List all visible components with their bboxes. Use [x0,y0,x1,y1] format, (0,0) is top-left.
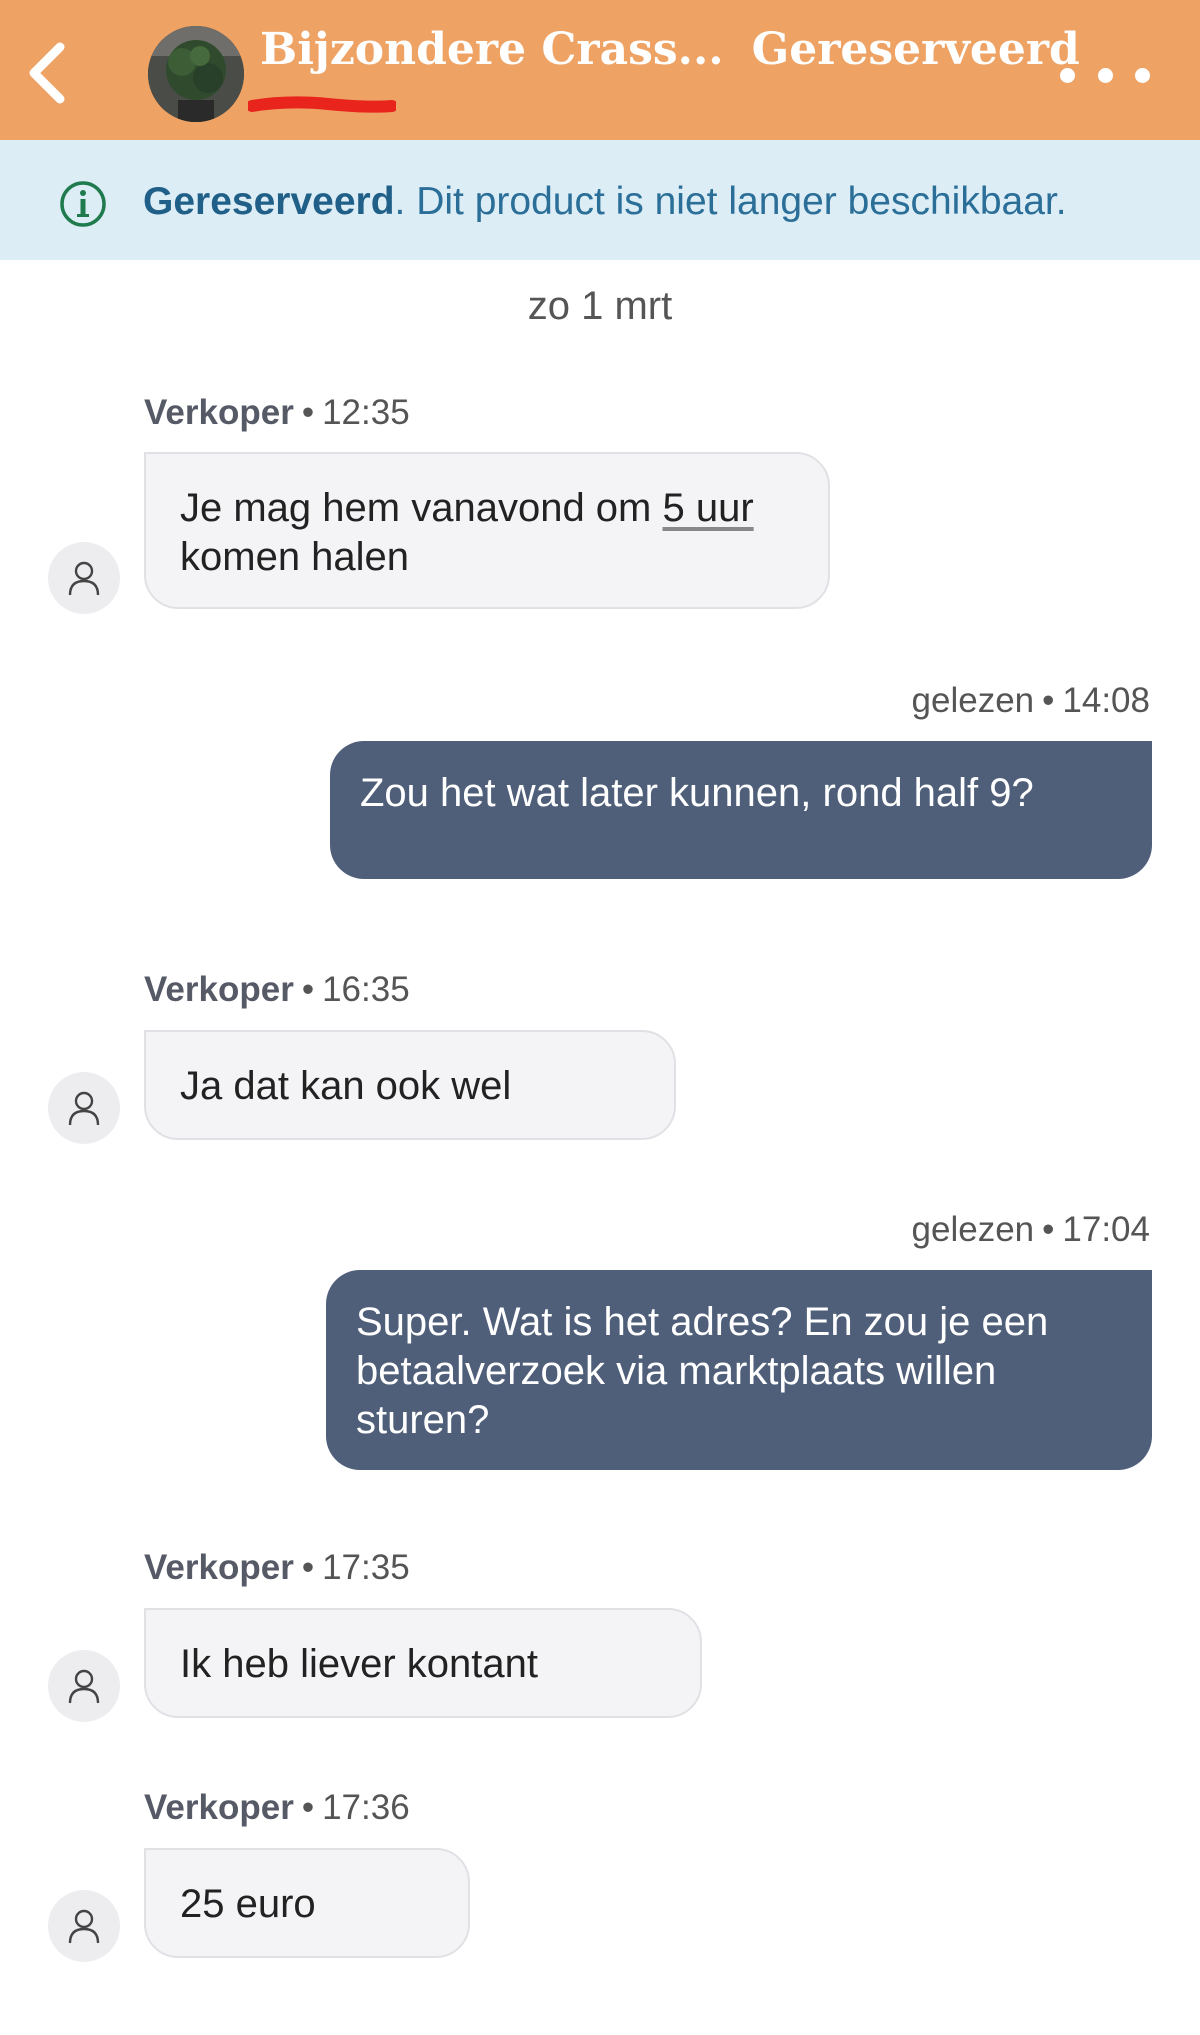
avatar [48,1890,120,1962]
message-meta: Verkoper • 16:35 [144,970,410,1009]
avatar [48,1072,120,1144]
listing-photo[interactable] [148,26,244,122]
user-icon [68,1909,100,1944]
message-time: 14:08 [1062,681,1150,720]
date-separator: zo 1 mrt [527,284,673,328]
message-meta: Verkoper • 17:36 [144,1788,410,1827]
incoming-message[interactable]: Je mag hem vanavond om 5 uur komen halen [144,452,830,609]
message-time: 16:35 [322,970,410,1009]
message-author: Verkoper [144,393,294,432]
banner-text: . Dit product is niet langer beschikbaar… [394,180,1067,223]
chevron-left-icon [29,42,65,104]
avatar [48,1650,120,1722]
chat-title: Bijzondere Crass... Gereserveerd [260,22,1080,78]
chat-header: Bijzondere Crass... Gereserveerd [0,0,1200,140]
outgoing-message[interactable]: Super. Wat is het adres? En zou je een b… [326,1270,1152,1470]
message-time: 17:36 [322,1788,410,1827]
time-link[interactable]: 5 uur [662,486,753,530]
user-icon [68,561,100,596]
banner-status: Gereserveerd [143,180,395,223]
message-meta: gelezen • 14:08 [911,681,1150,720]
incoming-message[interactable]: Ja dat kan ook wel [144,1030,676,1140]
back-button[interactable] [18,38,78,108]
message-author: Verkoper [144,970,294,1009]
message-time: 12:35 [322,393,410,432]
message-meta: Verkoper • 17:35 [144,1548,410,1587]
incoming-message[interactable]: Ik heb liever kontant [144,1608,702,1718]
outgoing-message[interactable]: Zou het wat later kunnen, rond half 9? [330,741,1152,879]
redaction-mark [248,96,396,113]
user-icon [68,1091,100,1126]
incoming-message[interactable]: 25 euro [144,1848,470,1958]
info-icon [60,181,106,227]
avatar [48,542,120,614]
more-dots-icon [1060,67,1075,83]
message-time: 17:35 [322,1548,410,1587]
listing-status: Gereserveerd [751,24,1080,75]
listing-title: Bijzondere Crass... [260,24,724,75]
message-meta: gelezen • 17:04 [911,1210,1150,1249]
message-author: Verkoper [144,1548,294,1587]
read-status: gelezen [911,681,1035,720]
read-status: gelezen [911,1210,1035,1249]
message-author: Verkoper [144,1788,294,1827]
message-meta: Verkoper • 12:35 [144,393,410,432]
more-options-button[interactable] [1060,55,1150,95]
banner-message: Gereserveerd. Dit product is niet langer… [143,176,1067,228]
user-icon [68,1669,100,1704]
message-time: 17:04 [1062,1210,1150,1249]
